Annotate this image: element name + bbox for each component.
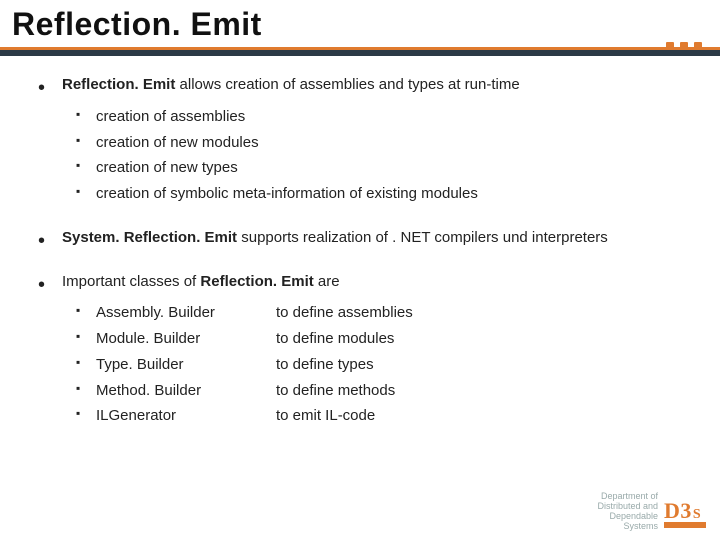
slide-title: Reflection. Emit (12, 6, 708, 43)
decor-dots (666, 42, 702, 50)
d3s-logo-icon: D3S (664, 498, 710, 526)
slide: Reflection. Emit Reflection. Emit allows… (0, 0, 720, 540)
sub-bullet-item: Module. Builder to define modules (62, 328, 692, 350)
class-name: Assembly. Builder (96, 302, 276, 324)
bullet-strong: Reflection. Emit (200, 273, 313, 290)
dot-icon (680, 42, 688, 50)
slide-body: Reflection. Emit allows creation of asse… (0, 56, 720, 427)
title-rule (0, 47, 720, 56)
sub-bullet-item: creation of symbolic meta-information of… (62, 183, 692, 205)
dot-icon (666, 42, 674, 50)
sub-bullet-item: Method. Builder to define methods (62, 380, 692, 402)
dept-line: Systems (597, 522, 658, 532)
sub-bullet-item: creation of new types (62, 157, 692, 179)
class-desc: to define methods (276, 380, 692, 402)
logo-d3: D3 (664, 498, 692, 524)
footer: Department of Distributed and Dependable… (597, 492, 710, 532)
class-desc: to define types (276, 354, 692, 376)
class-desc: to define modules (276, 328, 692, 350)
class-name: ILGenerator (96, 405, 276, 427)
sub-bullet-item: Type. Builder to define types (62, 354, 692, 376)
bullet-list: Reflection. Emit allows creation of asse… (28, 74, 692, 427)
bullet-strong: Reflection. Emit (62, 76, 175, 93)
class-name: Method. Builder (96, 380, 276, 402)
sub-bullet-item: creation of assemblies (62, 106, 692, 128)
sub-bullet-item: Assembly. Builder to define assemblies (62, 302, 692, 324)
title-wrap: Reflection. Emit (0, 0, 720, 43)
bullet-item: Important classes of Reflection. Emit ar… (28, 271, 692, 428)
bullet-item: System. Reflection. Emit supports realiz… (28, 227, 692, 249)
bullet-tail: are (314, 273, 340, 290)
bullet-tail: allows creation of assemblies and types … (175, 76, 519, 93)
class-name: Type. Builder (96, 354, 276, 376)
class-name: Module. Builder (96, 328, 276, 350)
department-label: Department of Distributed and Dependable… (597, 492, 658, 532)
sub-bullet-item: creation of new modules (62, 132, 692, 154)
dot-icon (694, 42, 702, 50)
class-desc: to define assemblies (276, 302, 692, 324)
bullet-tail: supports realization of . NET compilers … (237, 229, 608, 246)
bullet-lead: Important classes of (62, 273, 200, 290)
sub-bullet-list: creation of assemblies creation of new m… (62, 106, 692, 205)
class-desc: to emit IL-code (276, 405, 692, 427)
bullet-item: Reflection. Emit allows creation of asse… (28, 74, 692, 205)
logo-s: S (693, 507, 701, 523)
sub-bullet-item: ILGenerator to emit IL-code (62, 405, 692, 427)
bullet-strong: System. Reflection. Emit (62, 229, 237, 246)
sub-bullet-list: Assembly. Builder to define assemblies M… (62, 302, 692, 427)
logo-bar (664, 522, 706, 528)
